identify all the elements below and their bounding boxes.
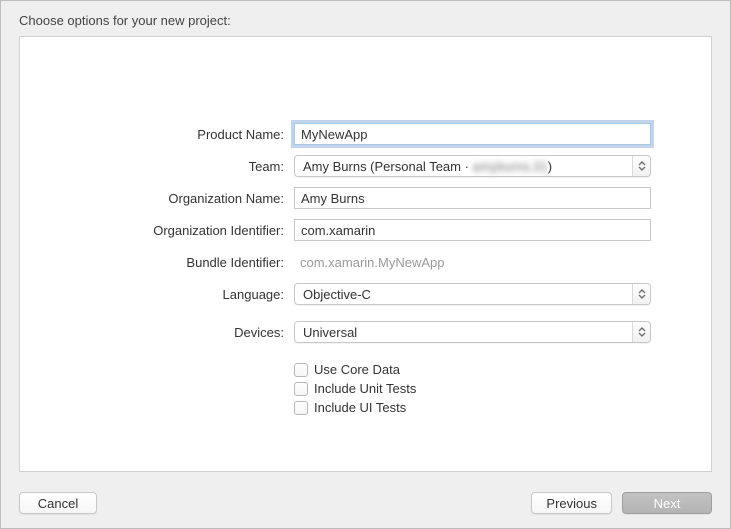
devices-value: Universal — [303, 325, 357, 340]
checkbox-unit-tests[interactable] — [294, 382, 308, 396]
new-project-options-dialog: Choose options for your new project: Pro… — [0, 0, 731, 529]
org-name-input[interactable] — [294, 187, 651, 209]
checkbox-ui-tests-row: Include UI Tests — [294, 400, 651, 415]
updown-icon — [632, 156, 650, 176]
org-identifier-input[interactable] — [294, 219, 651, 241]
checkbox-core-data-label: Use Core Data — [314, 362, 400, 377]
label-devices: Devices: — [50, 325, 294, 340]
dialog-title: Choose options for your new project: — [1, 1, 730, 36]
row-org-identifier: Organization Identifier: — [50, 218, 651, 242]
checkbox-unit-tests-row: Include Unit Tests — [294, 381, 651, 396]
updown-icon — [632, 322, 650, 342]
label-org-identifier: Organization Identifier: — [50, 223, 294, 238]
cancel-button[interactable]: Cancel — [19, 492, 97, 514]
row-language: Language: Objective-C — [50, 282, 651, 306]
footer: Cancel Previous Next — [1, 482, 730, 528]
language-value: Objective-C — [303, 287, 371, 302]
checkbox-ui-tests[interactable] — [294, 401, 308, 415]
content-frame: Product Name: Team: Amy Burns (Personal … — [19, 36, 712, 472]
team-value: Amy Burns (Personal Team · amyburns.31) — [303, 159, 552, 174]
checkbox-unit-tests-label: Include Unit Tests — [314, 381, 416, 396]
label-team: Team: — [50, 159, 294, 174]
devices-select[interactable]: Universal — [294, 321, 651, 343]
previous-button[interactable]: Previous — [531, 492, 612, 514]
product-name-input[interactable] — [294, 123, 651, 145]
label-language: Language: — [50, 287, 294, 302]
checkbox-core-data-row: Use Core Data — [294, 362, 651, 377]
label-org-name: Organization Name: — [50, 191, 294, 206]
form: Product Name: Team: Amy Burns (Personal … — [20, 122, 711, 419]
label-product-name: Product Name: — [50, 127, 294, 142]
team-select[interactable]: Amy Burns (Personal Team · amyburns.31) — [294, 155, 651, 177]
next-button[interactable]: Next — [622, 492, 712, 514]
updown-icon — [632, 284, 650, 304]
row-devices: Devices: Universal — [50, 320, 651, 344]
row-bundle-identifier: Bundle Identifier: com.xamarin.MyNewApp — [50, 250, 651, 274]
row-org-name: Organization Name: — [50, 186, 651, 210]
row-team: Team: Amy Burns (Personal Team · amyburn… — [50, 154, 651, 178]
checkbox-ui-tests-label: Include UI Tests — [314, 400, 406, 415]
row-product-name: Product Name: — [50, 122, 651, 146]
bundle-identifier-value: com.xamarin.MyNewApp — [294, 255, 445, 270]
label-bundle-identifier: Bundle Identifier: — [50, 255, 294, 270]
language-select[interactable]: Objective-C — [294, 283, 651, 305]
checkbox-core-data[interactable] — [294, 363, 308, 377]
